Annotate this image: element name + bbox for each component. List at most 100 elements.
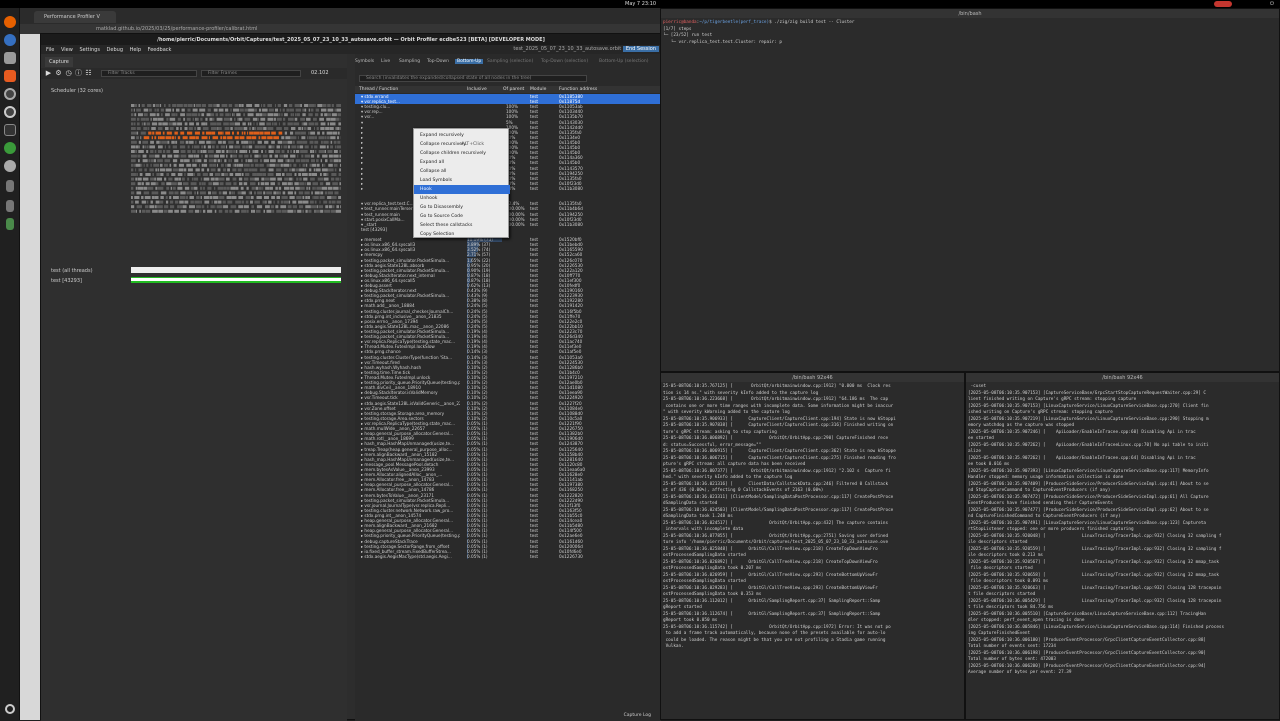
firefox-icon[interactable] [4, 16, 16, 28]
scheduler-slice [131, 145, 135, 148]
scheduler-slice [166, 182, 171, 185]
tree-row[interactable]: ▸ stdx.aegis.AegisMacType(std.aegis.Aegi… [355, 554, 661, 559]
info-icon[interactable]: ⓘ [75, 70, 82, 77]
power-icon[interactable]: ⏻ [1270, 1, 1274, 7]
scheduler-slice [244, 205, 249, 208]
url-text[interactable]: matklad.github.io/2025/03/25/performance… [96, 26, 257, 32]
menu-debug[interactable]: Debug [107, 47, 123, 53]
disk-icon[interactable] [6, 180, 14, 192]
tab-bottom-up[interactable]: Bottom-Up [455, 59, 483, 64]
scheduler-slice [142, 104, 145, 107]
thread-track-main[interactable] [131, 277, 341, 283]
browser-tab[interactable]: Performance Profiler V [34, 11, 116, 23]
context-menu-item[interactable]: Expand recursively [414, 131, 510, 140]
clock-icon[interactable]: ◷ [65, 70, 72, 77]
tab-live[interactable]: Live [381, 59, 390, 64]
scheduler-slice [180, 132, 184, 135]
scheduler-slice [202, 104, 206, 107]
tab-bottom-up-selection[interactable]: Bottom-Up (selection) [599, 59, 648, 64]
recording-indicator[interactable] [1214, 1, 1232, 7]
scheduler-slice [259, 132, 263, 135]
scheduler-slice [334, 150, 338, 153]
menu-help[interactable]: Help [130, 47, 141, 53]
context-menu-item[interactable]: Collapse recursivelyALT+Click [414, 140, 510, 149]
thread-track-all[interactable] [131, 267, 341, 273]
disk-icon-2[interactable] [6, 200, 14, 212]
context-menu-item[interactable]: Go to Source Code [414, 212, 510, 221]
tab-capture[interactable]: Capture [45, 57, 73, 67]
context-menu-item[interactable]: Hook [414, 185, 510, 194]
thread-track-label-all[interactable]: test (all threads) [51, 268, 93, 274]
menu-settings[interactable]: Settings [79, 47, 100, 53]
column-inclusive[interactable]: Inclusive [467, 87, 487, 92]
menu-file[interactable]: File [46, 47, 54, 53]
thunderbird-icon[interactable] [4, 34, 16, 46]
scheduler-slice [185, 187, 189, 190]
scheduler-slice [330, 141, 331, 144]
files-icon[interactable] [4, 52, 16, 64]
terminal-icon[interactable] [4, 124, 16, 136]
context-menu-item[interactable]: Expand all [414, 158, 510, 167]
column-function-address[interactable]: Function address [559, 87, 597, 92]
scheduler-slice [150, 164, 151, 167]
scheduler-slice [287, 210, 293, 213]
context-menu-item[interactable]: Collapse all [414, 167, 510, 176]
terminal-main-body[interactable]: pierric@banda:~/p/tigerbeetle(perf_trace… [663, 20, 1277, 46]
thread-track-label-main[interactable]: test [43293] [51, 278, 82, 284]
scheduler-slice [314, 104, 315, 107]
context-menu-item[interactable]: Load Symbols [414, 176, 510, 185]
tab-sampling-selection[interactable]: Sampling (selection) [487, 59, 533, 64]
terminal-left-output[interactable]: 25-05-08T06:10:35.767125] [ OrbitQt/orbi… [663, 384, 962, 651]
column-thread-function[interactable]: Thread / Function [359, 87, 398, 92]
settings-icon[interactable] [4, 88, 16, 100]
tab-top-down[interactable]: Top-Down [427, 59, 449, 64]
scheduler-slice [232, 132, 234, 135]
scheduler-slice [131, 210, 136, 213]
scheduler-track-label[interactable]: Scheduler (32 cores) [51, 88, 103, 94]
tab-symbols[interactable]: Symbols [355, 59, 374, 64]
capture-log-button[interactable]: Capture Log [624, 713, 651, 718]
context-menu-item[interactable]: Collapse children recursively [414, 149, 510, 158]
menu-feedback[interactable]: Feedback [148, 47, 172, 53]
scheduler-slice [136, 210, 137, 213]
scheduler-slice [142, 141, 148, 144]
scheduler-slice [236, 141, 239, 144]
terminal-left[interactable]: /bin/bash 92x46 25-05-08T06:10:35.767125… [660, 372, 965, 720]
trash-icon[interactable] [6, 218, 14, 230]
terminal-main[interactable]: /bin/bash pierric@banda:~/p/tigerbeetle(… [660, 8, 1280, 372]
help-icon[interactable] [4, 106, 16, 118]
clock[interactable]: May 7 23:10 [625, 1, 656, 7]
app-store-icon[interactable] [4, 70, 16, 82]
filter-frames-input[interactable]: Filter Frames [201, 70, 301, 77]
scheduler-slice [215, 210, 217, 213]
context-menu-item[interactable]: Unhook [414, 194, 510, 203]
scheduler-timeline[interactable] [131, 86, 341, 216]
end-session-button[interactable]: End Session [623, 46, 659, 52]
scheduler-slice [166, 136, 172, 139]
tab-sampling[interactable]: Sampling [399, 59, 420, 64]
terminal-right[interactable]: /bin/bash 92x46 -cuset[2025-05-08T06:10:… [965, 372, 1280, 720]
scheduler-slice [238, 205, 243, 208]
gear-icon[interactable]: ⚙ [55, 70, 62, 77]
scheduler-slice [200, 118, 202, 121]
tree-search-input[interactable]: Search (invalidates the expanded/collaps… [359, 75, 587, 82]
orbit-icon[interactable] [4, 160, 16, 172]
scheduler-slice [288, 205, 292, 208]
terminal-right-output[interactable]: -cuset[2025-05-08T06:10:35.907153] [Capt… [968, 384, 1277, 677]
scheduler-slice [338, 196, 341, 199]
filter-tracks-input[interactable]: Filter Tracks [101, 70, 197, 77]
context-menu-item[interactable]: Copy Selection [414, 230, 510, 239]
context-menu-item[interactable]: Go to Disassembly [414, 203, 510, 212]
show-apps-icon[interactable] [5, 704, 15, 714]
context-menu-item[interactable]: Select these callstacks [414, 221, 510, 230]
tab-top-down-selection[interactable]: Top-Down (selection) [541, 59, 588, 64]
column-module[interactable]: Module [530, 87, 546, 92]
scheduler-slice [292, 113, 294, 116]
scheduler-slice [245, 173, 249, 176]
scheduler-slice [309, 168, 311, 171]
play-icon[interactable]: ▶ [45, 70, 52, 77]
chrome-icon[interactable] [4, 142, 16, 154]
sliders-icon[interactable]: ☷ [85, 70, 92, 77]
menu-view[interactable]: View [61, 47, 73, 53]
column-of-parent[interactable]: Of parent [503, 87, 524, 92]
